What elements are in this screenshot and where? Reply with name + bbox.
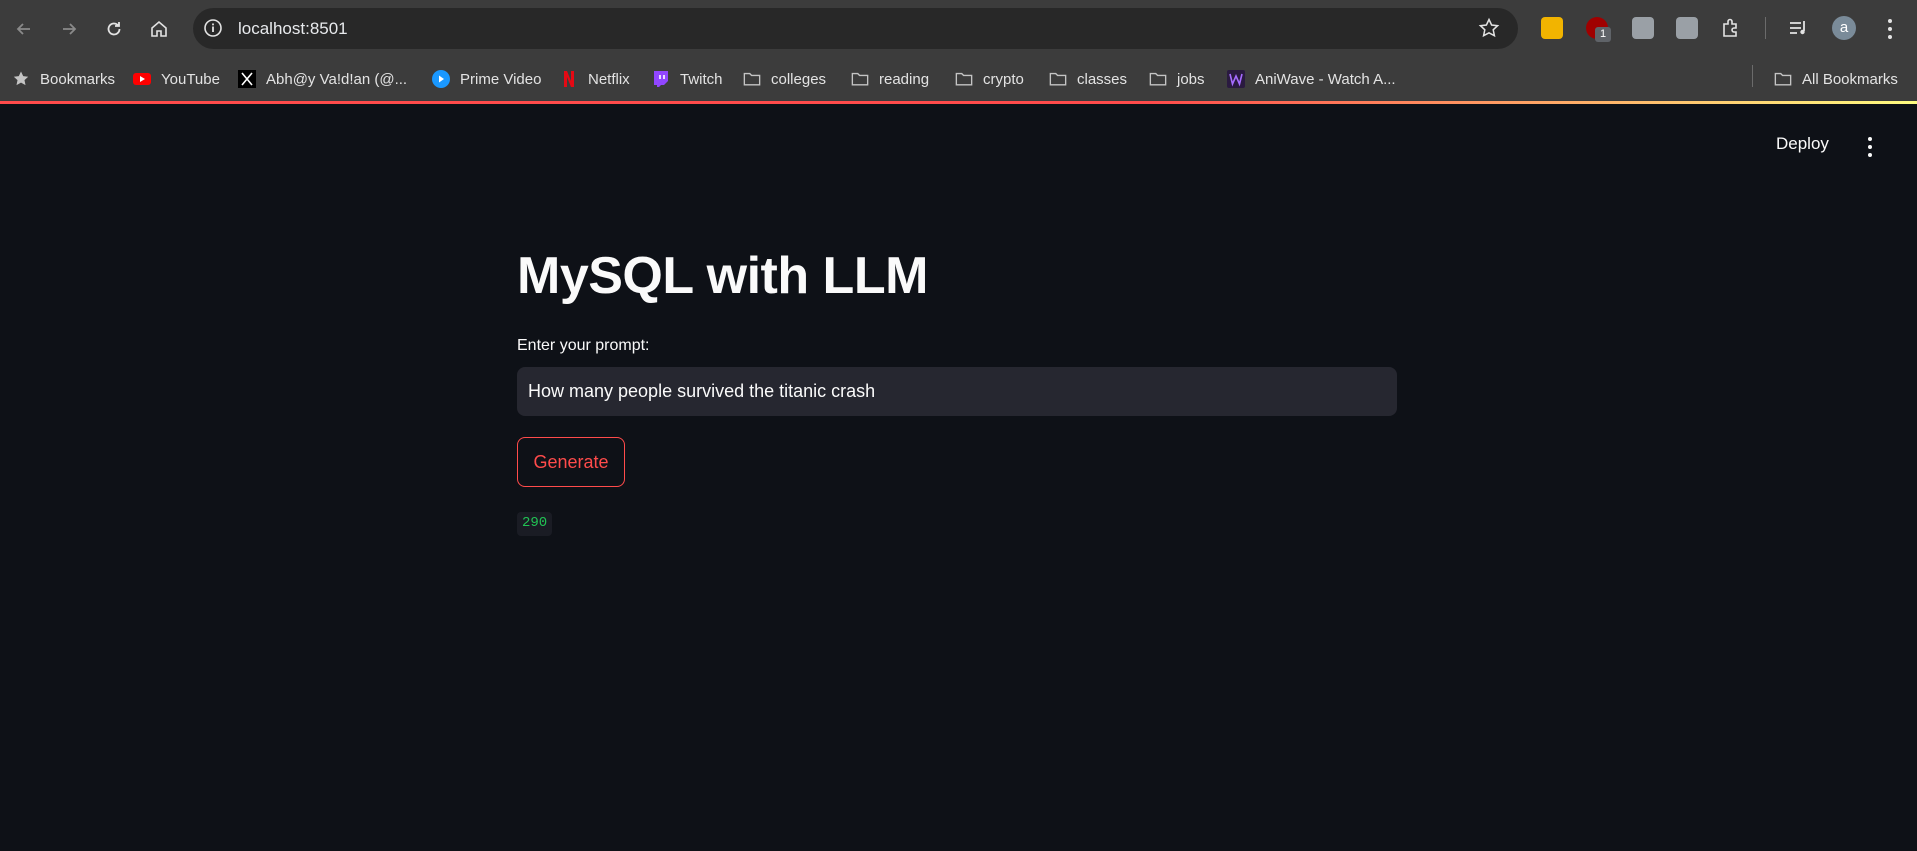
address-bar[interactable]: localhost:8501 bbox=[193, 8, 1518, 49]
reload-icon bbox=[107, 22, 121, 36]
profile-avatar[interactable]: a bbox=[1832, 16, 1856, 40]
prime-video-icon bbox=[432, 70, 450, 88]
netflix-icon bbox=[560, 70, 578, 88]
star-icon bbox=[12, 70, 30, 88]
streamlit-app: Deploy MySQL with LLM Enter your prompt:… bbox=[0, 104, 1917, 851]
extensions-puzzle-icon[interactable] bbox=[1720, 17, 1742, 39]
folder-icon bbox=[1049, 70, 1067, 88]
main-menu-icon[interactable] bbox=[1858, 135, 1882, 159]
bookmark-item[interactable]: YouTube bbox=[133, 69, 220, 89]
bookmark-label: Netflix bbox=[588, 70, 630, 88]
twitch-icon bbox=[652, 70, 670, 88]
bookmark-label: crypto bbox=[983, 70, 1024, 88]
youtube-icon bbox=[133, 70, 151, 88]
deploy-button[interactable]: Deploy bbox=[1776, 134, 1829, 154]
all-bookmarks[interactable]: All Bookmarks bbox=[1774, 69, 1898, 89]
bookmark-label: jobs bbox=[1177, 70, 1205, 88]
reload-button[interactable] bbox=[97, 12, 131, 46]
folder-icon bbox=[955, 70, 973, 88]
home-button[interactable] bbox=[142, 12, 176, 46]
bookmark-label: AniWave - Watch A... bbox=[1255, 70, 1396, 88]
bookmark-item[interactable]: jobs bbox=[1149, 69, 1205, 89]
bookmark-label: colleges bbox=[771, 70, 827, 88]
bookmark-label: Twitch bbox=[680, 70, 723, 88]
site-info-icon[interactable] bbox=[203, 18, 223, 38]
bookmark-item[interactable]: reading bbox=[851, 69, 929, 89]
browser-chrome: localhost:8501 1 a Bookmarks YouTube Abh… bbox=[0, 0, 1917, 101]
bookmark-item[interactable]: Twitch bbox=[652, 69, 723, 89]
forward-button[interactable] bbox=[52, 12, 86, 46]
bookmarks-bar: Bookmarks YouTube Abh@y Va!d!an (@... Pr… bbox=[0, 58, 1917, 101]
x-icon bbox=[238, 70, 256, 88]
bookmark-label: classes bbox=[1077, 70, 1128, 88]
bookmark-item[interactable]: Abh@y Va!d!an (@... bbox=[238, 69, 407, 89]
extension-css-icon[interactable] bbox=[1541, 17, 1563, 39]
browser-toolbar: localhost:8501 1 a bbox=[0, 0, 1917, 58]
folder-icon bbox=[851, 70, 869, 88]
bookmark-label: reading bbox=[879, 70, 930, 88]
page-title: MySQL with LLM bbox=[517, 247, 928, 305]
extension-contacts-icon[interactable] bbox=[1632, 17, 1654, 39]
bookmark-item[interactable]: Bookmarks bbox=[12, 69, 115, 89]
bookmark-item[interactable]: AniWave - Watch A... bbox=[1227, 69, 1396, 89]
arrow-left-icon bbox=[16, 23, 30, 35]
prompt-input[interactable] bbox=[517, 367, 1397, 416]
bookmark-item[interactable]: colleges bbox=[743, 69, 826, 89]
bookmark-star-icon[interactable] bbox=[1478, 17, 1500, 39]
arrow-right-icon bbox=[63, 23, 77, 35]
home-icon bbox=[151, 20, 167, 37]
bookmark-item[interactable]: classes bbox=[1049, 69, 1127, 89]
bookmark-item[interactable]: Netflix bbox=[560, 69, 630, 89]
media-queue-icon[interactable] bbox=[1787, 17, 1809, 39]
folder-icon bbox=[1149, 70, 1167, 88]
extension-notes-icon[interactable] bbox=[1676, 17, 1698, 39]
bookmark-label: Abh@y Va!d!an (@... bbox=[266, 70, 408, 88]
prompt-label: Enter your prompt: bbox=[517, 337, 650, 354]
bookmark-item[interactable]: Prime Video bbox=[432, 69, 541, 89]
folder-icon bbox=[743, 70, 761, 88]
generate-button[interactable]: Generate bbox=[517, 437, 625, 487]
bookmarks-divider bbox=[1752, 65, 1753, 87]
toolbar-divider bbox=[1765, 17, 1766, 39]
result-output: 290 bbox=[517, 512, 553, 536]
url-text[interactable]: localhost:8501 bbox=[238, 19, 348, 39]
extension-badge: 1 bbox=[1595, 27, 1611, 42]
all-bookmarks-label: All Bookmarks bbox=[1802, 70, 1898, 88]
folder-icon bbox=[1774, 70, 1792, 88]
back-button[interactable] bbox=[7, 12, 41, 46]
aniwave-icon bbox=[1227, 70, 1245, 88]
extension-ublock-icon[interactable]: 1 bbox=[1586, 17, 1611, 42]
bookmark-label: YouTube bbox=[161, 70, 220, 88]
browser-menu-icon[interactable] bbox=[1880, 17, 1900, 41]
bookmark-label: Prime Video bbox=[460, 70, 542, 88]
bookmark-item[interactable]: crypto bbox=[955, 69, 1024, 89]
bookmark-label: Bookmarks bbox=[40, 70, 116, 88]
